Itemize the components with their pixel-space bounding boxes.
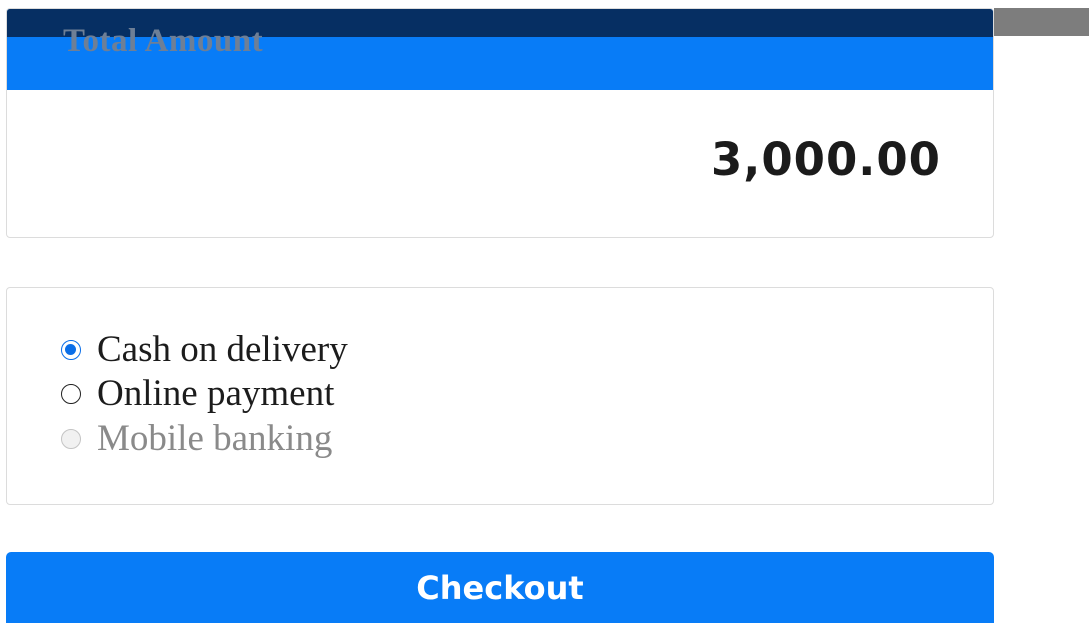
payment-option-label: Online payment (97, 373, 335, 414)
checkout-page: Total Amount 3,000.00 Cash on delivery O… (0, 0, 1089, 623)
payment-option-online[interactable]: Online payment (61, 372, 334, 416)
payment-option-cash[interactable]: Cash on delivery (61, 328, 348, 372)
total-amount-card: Total Amount 3,000.00 (6, 8, 994, 238)
payment-option-mobile-banking: Mobile banking (61, 417, 332, 461)
radio-unchecked-icon[interactable] (61, 384, 81, 404)
payment-method-card: Cash on delivery Online payment Mobile b… (6, 287, 994, 505)
total-amount-value: 3,000.00 (710, 133, 941, 186)
checkout-button[interactable]: Checkout (6, 552, 994, 623)
payment-option-label: Mobile banking (97, 418, 333, 459)
radio-disabled-icon (61, 429, 81, 449)
total-amount-title: Total Amount (63, 23, 264, 59)
top-overlay-strip-right (994, 8, 1089, 36)
radio-checked-icon[interactable] (61, 340, 81, 360)
payment-option-label: Cash on delivery (97, 329, 348, 370)
